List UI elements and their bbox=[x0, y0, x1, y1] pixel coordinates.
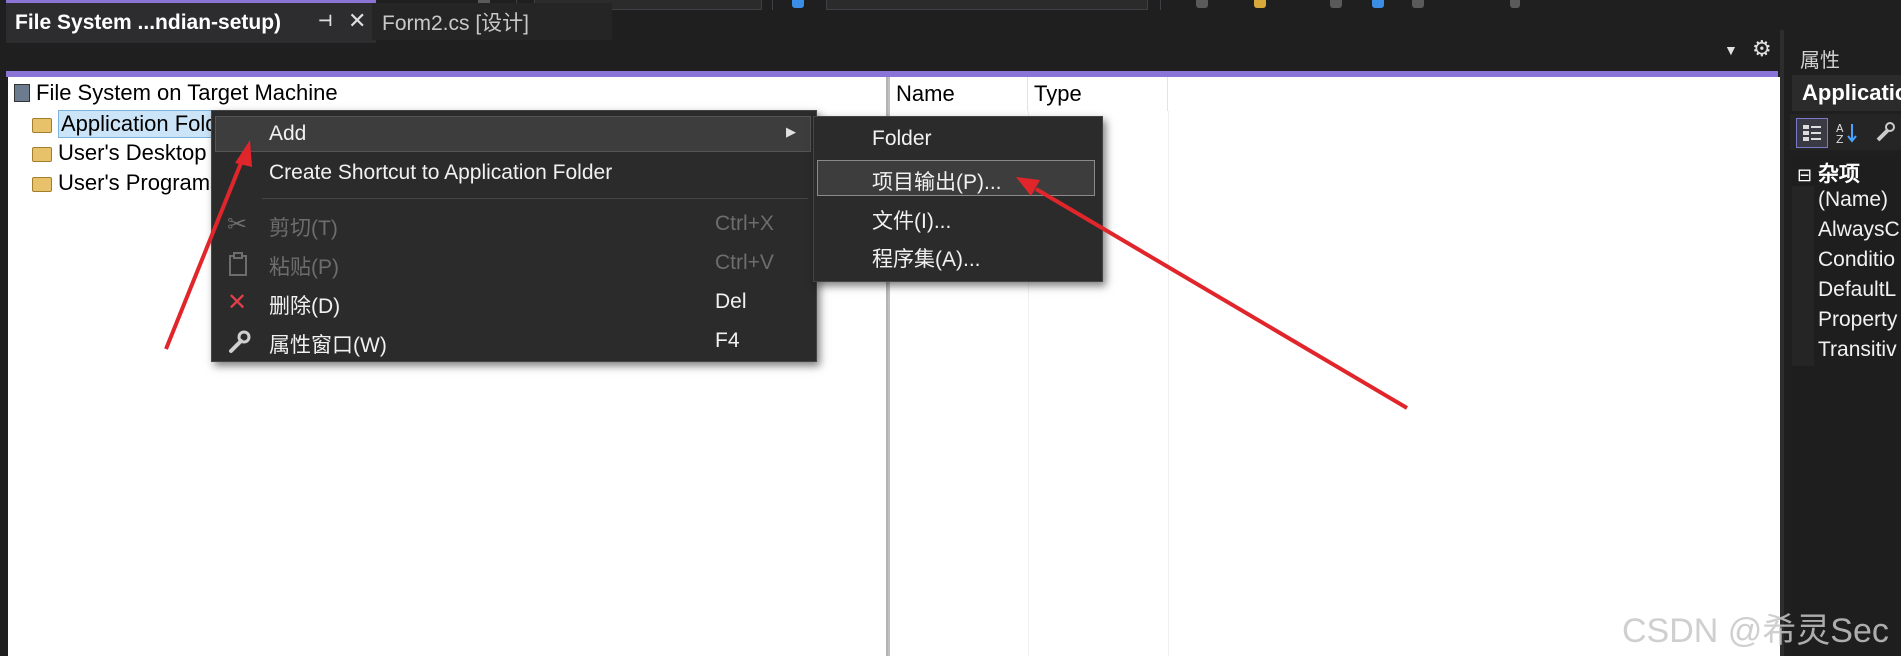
alphabetical-icon[interactable]: AZ bbox=[1832, 118, 1862, 146]
pin-icon[interactable]: ⊣ bbox=[318, 11, 333, 31]
tree-item-label: User's Programs bbox=[58, 170, 222, 195]
column-divider bbox=[1168, 111, 1169, 656]
menu-item-cut[interactable]: ✂ 剪切(T) Ctrl+X bbox=[215, 206, 809, 242]
toolbar-separator bbox=[772, 0, 773, 10]
paste-icon bbox=[227, 249, 249, 284]
menu-item-properties-window[interactable]: 属性窗口(W) F4 bbox=[215, 323, 809, 359]
column-header-type[interactable]: Type bbox=[1028, 77, 1168, 111]
property-row[interactable]: Transitiv bbox=[1818, 338, 1897, 362]
tree-item-application-folder[interactable]: Application Fold bbox=[32, 110, 221, 138]
toolbar-separator bbox=[1160, 0, 1161, 10]
menu-item-label: Add bbox=[269, 122, 307, 145]
toolbar-combo-3[interactable] bbox=[826, 0, 1148, 10]
toolbar-icon[interactable] bbox=[1412, 0, 1424, 8]
tab-file-system[interactable]: File System ...ndian-setup) ⊣ ✕ bbox=[6, 0, 376, 43]
column-header-label: Name bbox=[896, 81, 955, 106]
collapse-icon[interactable]: ⊟ bbox=[1797, 165, 1812, 185]
computer-icon bbox=[14, 84, 30, 102]
property-category[interactable]: ⊟ 杂项 bbox=[1797, 158, 1860, 188]
category-label: 杂项 bbox=[1817, 163, 1860, 186]
menu-item-create-shortcut[interactable]: Create Shortcut to Application Folder bbox=[215, 155, 809, 191]
property-row[interactable]: DefaultL bbox=[1818, 278, 1896, 302]
properties-object-name: Applicatio bbox=[1802, 80, 1901, 105]
delete-icon: ✕ bbox=[227, 289, 248, 316]
menu-item-label: 删除(D) bbox=[269, 295, 341, 318]
tree-item-users-desktop[interactable]: User's Desktop bbox=[32, 140, 206, 166]
cut-icon: ✂ bbox=[227, 211, 248, 238]
menu-item-shortcut: F4 bbox=[715, 329, 740, 352]
menu-item-delete[interactable]: ✕ 删除(D) Del bbox=[215, 284, 809, 320]
wrench-icon bbox=[227, 327, 251, 362]
categorized-icon[interactable] bbox=[1796, 118, 1828, 148]
folder-icon bbox=[32, 117, 52, 133]
submenu-item-folder[interactable]: Folder bbox=[872, 127, 932, 151]
tree-root-label: File System on Target Machine bbox=[36, 80, 338, 105]
menu-item-add[interactable]: Add bbox=[215, 116, 809, 152]
folder-icon bbox=[32, 146, 52, 162]
svg-text:Z: Z bbox=[1836, 133, 1844, 146]
submenu-item-assembly[interactable]: 程序集(A)... bbox=[872, 243, 981, 273]
menu-item-label: 剪切(T) bbox=[269, 217, 338, 240]
menu-item-shortcut: Del bbox=[715, 290, 747, 313]
column-header-name[interactable]: Name bbox=[890, 77, 1028, 111]
menu-item-paste[interactable]: 粘贴(P) Ctrl+V bbox=[215, 245, 809, 281]
toolbar-icon[interactable] bbox=[792, 0, 804, 8]
property-row[interactable]: (Name) bbox=[1818, 188, 1888, 212]
tab-overflow-dropdown-icon[interactable]: ▼ bbox=[1724, 42, 1738, 58]
toolbar-icon[interactable] bbox=[1196, 0, 1208, 8]
tab-label: Form2.cs [设计] bbox=[382, 11, 530, 35]
tree-item-label: User's Desktop bbox=[58, 140, 207, 165]
property-row[interactable]: Property bbox=[1818, 308, 1897, 332]
toolbar-icon[interactable] bbox=[1254, 0, 1266, 8]
toolbar-icon[interactable] bbox=[1372, 0, 1384, 8]
wrench-icon[interactable] bbox=[1870, 118, 1900, 146]
submenu-item-file[interactable]: 文件(I)... bbox=[872, 205, 951, 235]
property-grid-margin bbox=[1792, 186, 1814, 366]
gear-icon[interactable]: ⚙ bbox=[1752, 36, 1772, 62]
watermark: CSDN @希灵Sec bbox=[1622, 612, 1889, 650]
tree-item-users-programs[interactable]: User's Programs bbox=[32, 170, 221, 196]
menu-item-label: 属性窗口(W) bbox=[269, 334, 387, 357]
menu-separator bbox=[262, 198, 808, 199]
dropdown-arrow-icon[interactable] bbox=[1510, 0, 1520, 8]
tab-label: File System ...ndian-setup) bbox=[15, 11, 282, 34]
tab-form2-design[interactable]: Form2.cs [设计] bbox=[372, 3, 612, 40]
properties-toolbar: AZ bbox=[1790, 114, 1901, 150]
submenu-arrow-icon: ▶ bbox=[786, 124, 796, 139]
menu-item-shortcut: Ctrl+X bbox=[715, 212, 774, 235]
menu-item-shortcut: Ctrl+V bbox=[715, 251, 774, 274]
property-row[interactable]: Conditio bbox=[1818, 248, 1895, 272]
property-row[interactable]: AlwaysC bbox=[1818, 218, 1900, 242]
tree-item-label: Application Fold bbox=[58, 110, 221, 138]
submenu-item-project-output[interactable]: 项目输出(P)... bbox=[872, 166, 1002, 196]
menu-item-label: 粘贴(P) bbox=[269, 256, 339, 279]
column-header-label: Type bbox=[1034, 81, 1082, 106]
tree-root[interactable]: File System on Target Machine bbox=[14, 80, 338, 106]
menu-item-label: Create Shortcut to Application Folder bbox=[269, 161, 613, 184]
folder-icon bbox=[32, 176, 52, 192]
properties-title: 属性 bbox=[1800, 50, 1840, 72]
toolbar-icon[interactable] bbox=[1330, 0, 1342, 8]
close-tab-icon[interactable]: ✕ bbox=[348, 8, 366, 34]
